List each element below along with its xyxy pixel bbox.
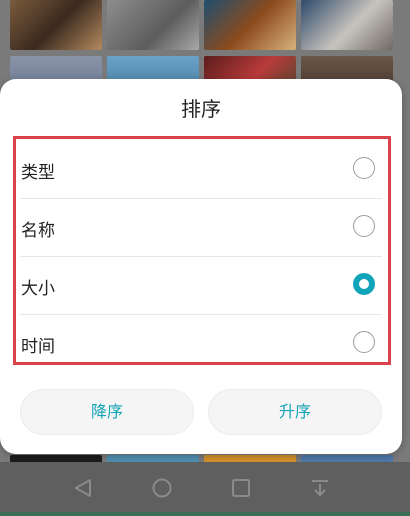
photo-thumbnail [10,0,102,50]
photo-thumbnail [301,0,393,50]
recent-apps-icon[interactable] [230,477,252,499]
sort-option-label: 大小 [21,279,55,299]
radio-button[interactable] [353,331,375,353]
ascending-button[interactable]: 升序 [208,389,382,435]
sort-option-label: 名称 [21,221,55,241]
dialog-title: 排序 [181,97,221,121]
notification-pull-icon[interactable] [309,477,331,499]
sort-option-label: 类型 [21,163,55,183]
radio-button[interactable] [353,157,375,179]
sort-option-size[interactable]: 大小 [16,257,388,315]
radio-button-selected[interactable] [353,273,375,295]
sort-options-list: 类型 名称 大小 时间 [13,136,391,365]
sort-dialog: 排序 类型 名称 大小 时间 降序 升序 [0,79,402,454]
sort-option-label: 时间 [21,337,55,357]
sort-option-time[interactable]: 时间 [16,315,388,373]
descending-button[interactable]: 降序 [20,389,194,435]
sort-option-type[interactable]: 类型 [16,141,388,199]
home-icon[interactable] [151,477,173,499]
photo-thumbnail [204,0,296,50]
photo-thumbnail [107,0,199,50]
bottom-strip [0,512,410,516]
back-icon[interactable] [72,477,94,499]
sort-option-name[interactable]: 名称 [16,199,388,257]
system-navigation-bar [0,462,410,516]
radio-button[interactable] [353,215,375,237]
